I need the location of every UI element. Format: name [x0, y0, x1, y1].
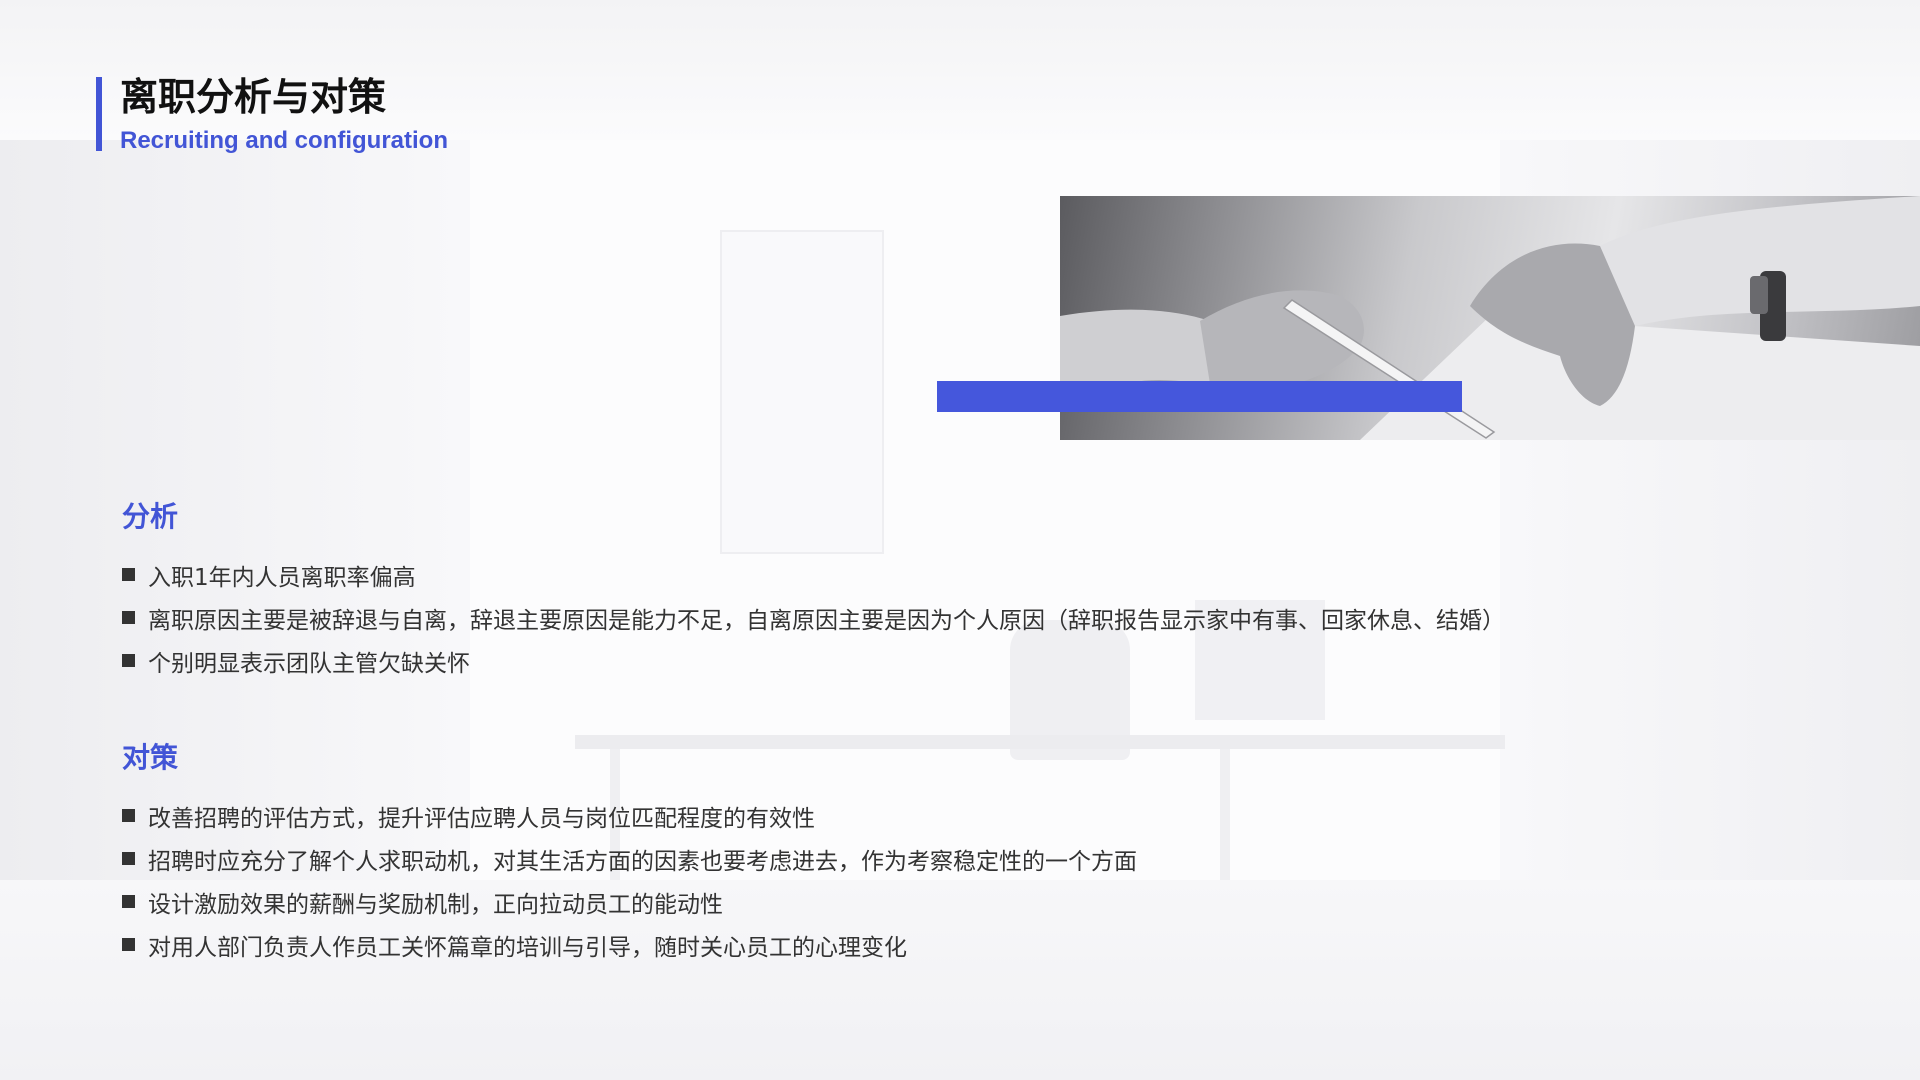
measures-item-text: 设计激励效果的薪酬与奖励机制，正向拉动员工的能动性 [148, 891, 723, 918]
photo-accent-bar [937, 381, 1462, 412]
measures-item-text: 改善招聘的评估方式，提升评估应聘人员与岗位匹配程度的有效性 [148, 805, 815, 832]
measures-list: 改善招聘的评估方式，提升评估应聘人员与岗位匹配程度的有效性 招聘时应充分了解个人… [122, 794, 1137, 966]
measures-item-text: 招聘时应充分了解个人求职动机，对其生活方面的因素也要考虑进去，作为考察稳定性的一… [148, 848, 1137, 875]
square-bullet-icon [122, 852, 135, 865]
analysis-item-text: 离职原因主要是被辞退与自离，辞退主要原因是能力不足，自离原因主要是因为个人原因（… [148, 607, 1505, 634]
analysis-section: 分析 入职1年内人员离职率偏高 离职原因主要是被辞退与自离，辞退主要原因是能力不… [122, 497, 1505, 682]
page-subtitle: Recruiting and configuration [120, 127, 448, 154]
measures-item: 招聘时应充分了解个人求职动机，对其生活方面的因素也要考虑进去，作为考察稳定性的一… [122, 837, 1137, 880]
analysis-item-text: 入职1年内人员离职率偏高 [148, 564, 416, 591]
square-bullet-icon [122, 611, 135, 624]
analysis-item: 入职1年内人员离职率偏高 [122, 553, 1505, 596]
analysis-item-text: 个别明显表示团队主管欠缺关怀 [148, 650, 470, 677]
measures-item: 改善招聘的评估方式，提升评估应聘人员与岗位匹配程度的有效性 [122, 794, 1137, 837]
measures-section: 对策 改善招聘的评估方式，提升评估应聘人员与岗位匹配程度的有效性 招聘时应充分了… [122, 738, 1137, 966]
square-bullet-icon [122, 938, 135, 951]
measures-item-text: 对用人部门负责人作员工关怀篇章的培训与引导，随时关心员工的心理变化 [148, 934, 907, 961]
analysis-title: 分析 [122, 500, 179, 533]
page-title: 离职分析与对策 [120, 75, 387, 119]
square-bullet-icon [122, 809, 135, 822]
photo-left-sleeve [1060, 309, 1220, 391]
square-bullet-icon [122, 568, 135, 581]
analysis-list: 入职1年内人员离职率偏高 离职原因主要是被辞退与自离，辞退主要原因是能力不足，自… [122, 553, 1505, 682]
photo-paper [1360, 316, 1920, 440]
photo-watch-face [1750, 276, 1768, 314]
square-bullet-icon [122, 654, 135, 667]
title-accent-bar [96, 77, 102, 151]
measures-item: 对用人部门负责人作员工关怀篇章的培训与引导，随时关心员工的心理变化 [122, 923, 1137, 966]
measures-title: 对策 [122, 741, 179, 774]
analysis-item: 个别明显表示团队主管欠缺关怀 [122, 639, 1505, 682]
measures-item: 设计激励效果的薪酬与奖励机制，正向拉动员工的能动性 [122, 880, 1137, 923]
square-bullet-icon [122, 895, 135, 908]
analysis-item: 离职原因主要是被辞退与自离，辞退主要原因是能力不足，自离原因主要是因为个人原因（… [122, 596, 1505, 639]
